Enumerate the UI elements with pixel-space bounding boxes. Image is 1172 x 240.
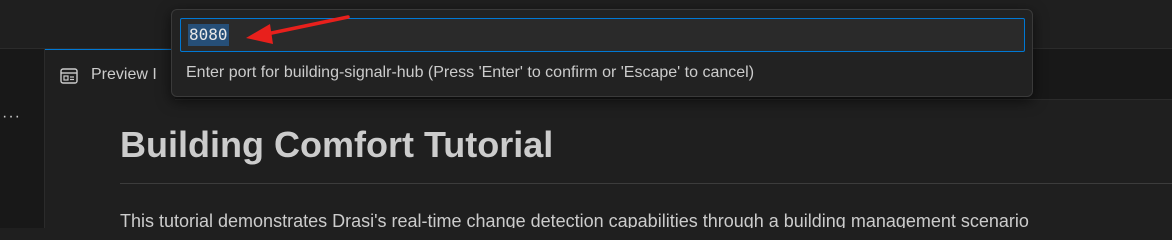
markdown-preview: Building Comfort Tutorial This tutorial … — [45, 100, 1172, 228]
preview-icon — [60, 68, 78, 84]
vscode-window: ··· Preview I Building Comfort Tutorial … — [0, 0, 1172, 228]
side-panel: ··· — [0, 49, 45, 228]
tab-preview[interactable]: Preview I — [45, 49, 175, 100]
title-divider — [120, 183, 1172, 184]
document-paragraph: This tutorial demonstrates Drasi's real-… — [120, 211, 1029, 228]
more-actions-icon[interactable]: ··· — [2, 109, 24, 125]
port-input-value[interactable]: 8080 — [188, 24, 229, 46]
document-title: Building Comfort Tutorial — [120, 124, 554, 165]
tab-label: Preview I — [91, 66, 157, 83]
quick-input-hint: Enter port for building-signalr-hub (Pre… — [186, 64, 755, 81]
annotation-arrow-icon — [246, 15, 350, 44]
